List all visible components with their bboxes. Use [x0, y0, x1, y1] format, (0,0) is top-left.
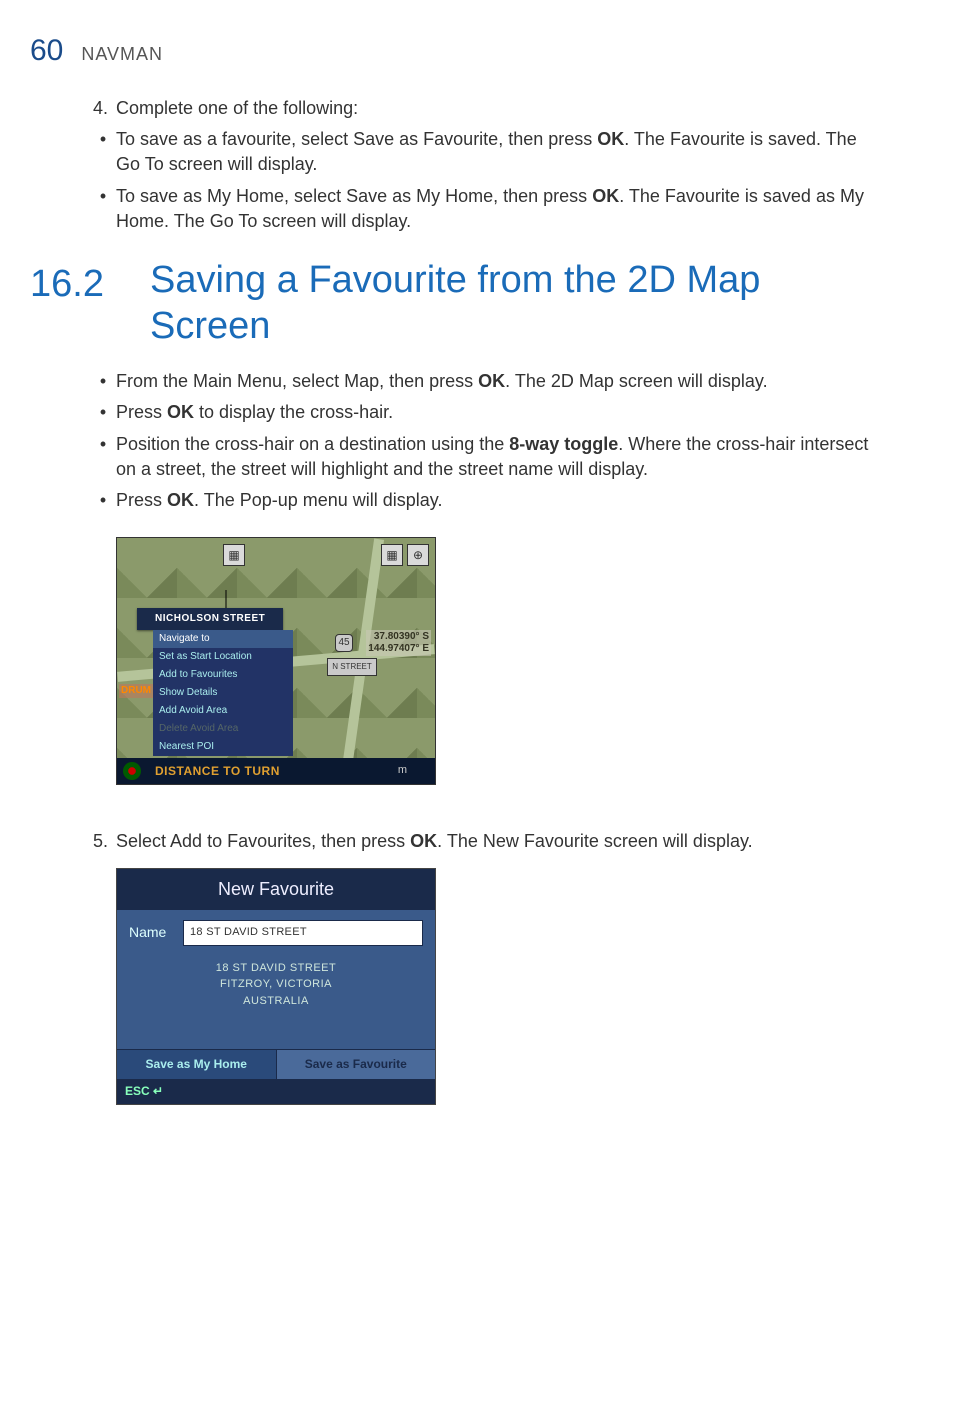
section-bullets: • From the Main Menu, select Map, then p… [90, 369, 884, 513]
section-heading: 16.2 Saving a Favourite from the 2D Map … [90, 258, 884, 349]
step-number: 4. [90, 96, 116, 121]
compass-lock-icon: ⊕ [407, 544, 429, 566]
bold-ok: OK [597, 129, 624, 149]
bold-ok: OK [167, 402, 194, 422]
bullet-dot: • [90, 400, 116, 425]
page-number: 60 [30, 30, 63, 72]
name-input[interactable]: 18 ST DAVID STREET [183, 920, 423, 945]
coordinates-label: 37.80390° S 144.97407° E [366, 630, 431, 656]
bullet-item: • Position the cross-hair on a destinati… [90, 432, 884, 482]
new-favourite-screenshot: New Favourite Name 18 ST DAVID STREET 18… [116, 868, 436, 1105]
bold-toggle: 8-way toggle [509, 434, 618, 454]
page-header: 60 NAVMAN [30, 30, 884, 72]
bullet-item: • From the Main Menu, select Map, then p… [90, 369, 884, 394]
bullet-dot: • [90, 184, 116, 234]
speed-badge: 45 [335, 634, 353, 652]
bullet-item: • Press OK. The Pop-up menu will display… [90, 488, 884, 513]
street-name-label: NICHOLSON STREET [137, 608, 283, 630]
esc-label[interactable]: ESC ↵ [117, 1079, 435, 1104]
map-popup-menu: Navigate to Set as Start Location Add to… [153, 630, 293, 756]
bullet-dot: • [90, 369, 116, 394]
street-badge: N STREET [327, 658, 377, 676]
bullet-post: . The Pop-up menu will display. [194, 490, 442, 510]
building-icon: ▦ [381, 544, 403, 566]
bullet-pre: Position the cross-hair on a destination… [116, 434, 509, 454]
popup-item-add-favourites[interactable]: Add to Favourites [153, 666, 293, 684]
bold-ok: OK [167, 490, 194, 510]
bullet-pre: From the Main Menu, select Map, then pre… [116, 371, 478, 391]
popup-item-show-details[interactable]: Show Details [153, 684, 293, 702]
coord-lon: 144.97407° E [368, 643, 429, 655]
step-text-post: . The New Favourite screen will display. [437, 831, 752, 851]
bullet-item: • To save as a favourite, select Save as… [90, 127, 884, 177]
compass-icon [123, 762, 141, 780]
bullet-text-a: To save as My Home, select Save as My Ho… [116, 186, 592, 206]
step-4: 4. Complete one of the following: [90, 96, 884, 121]
step-4-bullets: • To save as a favourite, select Save as… [90, 127, 884, 234]
map-toolbar-left: ▦ [223, 544, 245, 566]
bullet-item: • Press OK to display the cross-hair. [90, 400, 884, 425]
popup-item-navigate[interactable]: Navigate to [153, 630, 293, 648]
step-number: 5. [90, 829, 116, 854]
popup-item-delete-avoid: Delete Avoid Area [153, 720, 293, 738]
bullet-pre: Press [116, 402, 167, 422]
address-line-3: AUSTRALIA [129, 993, 423, 1010]
address-line-2: FITZROY, VICTORIA [129, 976, 423, 993]
bullet-dot: • [90, 127, 116, 177]
popup-item-add-avoid[interactable]: Add Avoid Area [153, 702, 293, 720]
map-screenshot: ▦ ▦ ⊕ NICHOLSON STREET 37.80390° S 144.9… [116, 537, 436, 785]
popup-item-nearest-poi[interactable]: Nearest POI [153, 738, 293, 756]
map-toolbar-right: ▦ ⊕ [381, 544, 429, 566]
distance-unit: m [398, 763, 407, 778]
brand-label: NAVMAN [81, 42, 163, 67]
bullet-pre: Press [116, 490, 167, 510]
bold-ok: OK [410, 831, 437, 851]
map-bottom-bar: DISTANCE TO TURN m [117, 758, 435, 784]
map-side-label: DRUM [119, 684, 153, 698]
bullet-text-a: To save as a favourite, select Save as F… [116, 129, 597, 149]
bullet-post: to display the cross-hair. [194, 402, 393, 422]
bold-ok: OK [478, 371, 505, 391]
address-line-1: 18 ST DAVID STREET [129, 960, 423, 977]
section-number: 16.2 [30, 258, 120, 311]
new-favourite-title: New Favourite [117, 869, 435, 910]
address-display: 18 ST DAVID STREET FITZROY, VICTORIA AUS… [129, 960, 423, 1010]
section-title: Saving a Favourite from the 2D Map Scree… [150, 258, 884, 349]
bullet-dot: • [90, 488, 116, 513]
name-label: Name [129, 923, 177, 943]
step-text: Complete one of the following: [116, 96, 358, 121]
building-icon: ▦ [223, 544, 245, 566]
save-as-favourite-button[interactable]: Save as Favourite [277, 1050, 436, 1079]
bullet-item: • To save as My Home, select Save as My … [90, 184, 884, 234]
distance-to-turn-label: DISTANCE TO TURN [155, 763, 280, 780]
step-5: 5. Select Add to Favourites, then press … [90, 829, 884, 854]
step-text-pre: Select Add to Favourites, then press [116, 831, 410, 851]
bullet-dot: • [90, 432, 116, 482]
bold-ok: OK [592, 186, 619, 206]
bullet-post: . The 2D Map screen will display. [505, 371, 767, 391]
coord-lat: 37.80390° S [368, 631, 429, 643]
save-as-my-home-button[interactable]: Save as My Home [117, 1050, 277, 1079]
popup-item-start-location[interactable]: Set as Start Location [153, 648, 293, 666]
